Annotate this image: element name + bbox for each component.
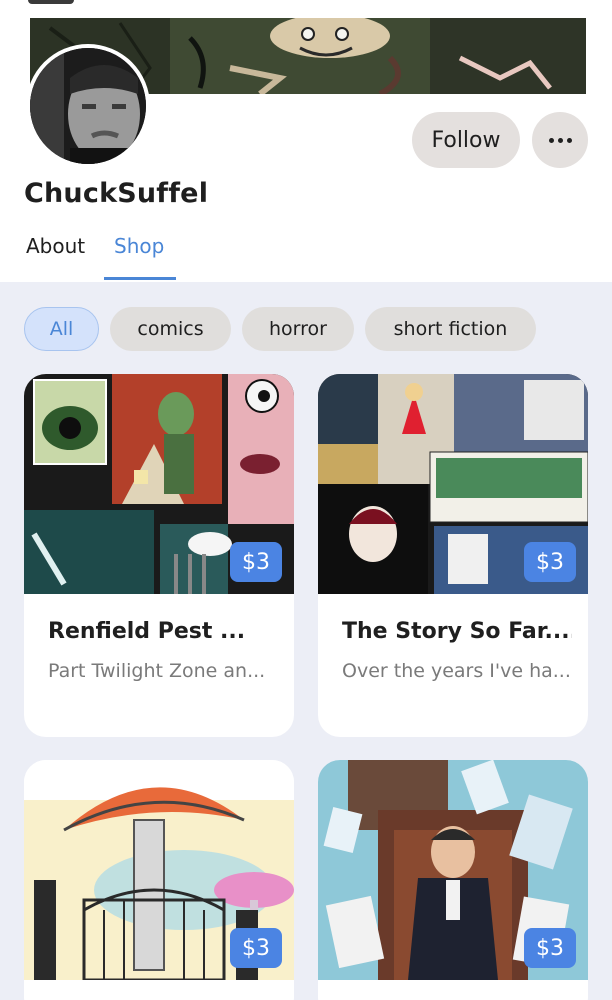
more-horizontal-icon [548,137,554,143]
product-title: Renfield Pest ... [48,619,246,644]
product-thumbnail: $3 [318,760,588,980]
filter-chip-short-fiction[interactable]: short fiction [365,307,536,351]
filter-chip-comics[interactable]: comics [110,307,231,351]
profile-name: ChuckSuffel [24,178,209,209]
product-card[interactable]: $3 Renfield Pest ... Part Twilight Zone … [24,374,294,737]
product-card[interactable]: $3 The Story So Far...... Over the years… [318,374,588,737]
avatar[interactable] [26,44,150,168]
product-thumbnail: $3 [24,760,294,980]
active-tab-indicator [104,277,176,280]
status-sliver [28,0,74,4]
product-description: Over the years I've ha... [342,660,571,682]
more-horizontal-icon-dot [566,137,572,143]
product-description: Part Twilight Zone an... [48,660,266,682]
tab-shop[interactable]: Shop [114,234,164,258]
more-horizontal-icon-dot [557,137,563,143]
price-badge: $3 [230,542,282,582]
product-thumbnail: $3 [318,374,588,594]
price-badge: $3 [230,928,282,968]
profile-header: Follow ChuckSuffel About Shop [0,0,612,280]
follow-button[interactable]: Follow [412,112,520,168]
product-title: The Story So Far...... [342,619,572,644]
more-options-button[interactable] [532,112,588,168]
price-badge: $3 [524,542,576,582]
profile-tabs: About Shop [0,226,612,282]
product-thumbnail: $3 [24,374,294,594]
tab-about[interactable]: About [26,234,85,258]
filter-chip-all[interactable]: All [24,307,99,351]
product-card[interactable]: $3 [24,760,294,1000]
filter-chip-horror[interactable]: horror [242,307,354,351]
price-badge: $3 [524,928,576,968]
shop-section: All comics horror short fiction $3 Renfi… [0,282,612,1000]
product-card[interactable]: $3 [318,760,588,1000]
